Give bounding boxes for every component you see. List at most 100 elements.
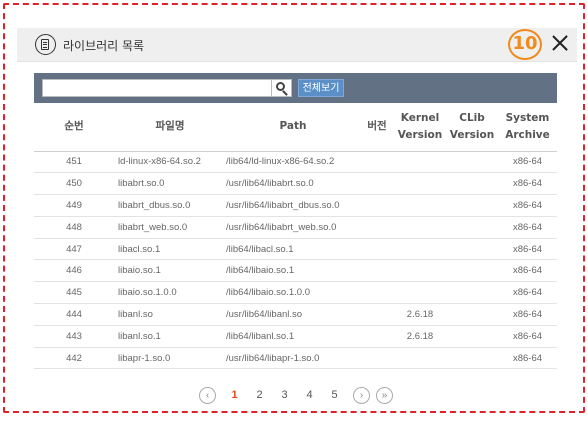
cell-arch: x86-64 (498, 194, 557, 217)
page-5-link[interactable]: 5 (322, 389, 347, 401)
dialog-header: 라이브러리 목록 (17, 28, 577, 62)
cell-version (360, 238, 394, 261)
document-list-icon (35, 34, 56, 55)
cell-version (360, 303, 394, 326)
table-header-row: 순번 파일명 Path 버전 Kernel Version CLib Versi… (34, 103, 557, 152)
table-row[interactable]: 443 libanl.so.1 /lib64/libanl.so.1 2.6.1… (34, 325, 557, 348)
search-bar: 전체보기 (34, 73, 557, 103)
table-row[interactable]: 444 libanl.so /usr/lib64/libanl.so 2.6.1… (34, 303, 557, 326)
cell-kernel: 2.6.18 (394, 303, 446, 326)
cell-kernel (394, 216, 446, 239)
cell-file: libanl.so.1 (114, 325, 222, 348)
cell-no: 446 (34, 259, 114, 283)
cell-kernel (394, 281, 446, 305)
cell-clib (446, 259, 498, 283)
page-2-link[interactable]: 2 (247, 389, 272, 401)
cell-no: 442 (34, 347, 114, 370)
cell-version (360, 325, 394, 348)
cell-arch: x86-64 (498, 303, 557, 326)
cell-clib (446, 172, 498, 196)
cell-kernel (394, 194, 446, 217)
cell-arch: x86-64 (498, 281, 557, 305)
close-icon[interactable] (550, 33, 570, 53)
cell-path: /usr/lib64/libabrt_web.so.0 (222, 216, 360, 239)
cell-path: /usr/lib64/libabrt_dbus.so.0 (222, 194, 360, 217)
table-row[interactable]: 442 libapr-1.so.0 /usr/lib64/libapr-1.so… (34, 347, 557, 370)
cell-no: 443 (34, 325, 114, 348)
cell-arch: x86-64 (498, 347, 557, 370)
prev-page-button[interactable]: ‹ (199, 386, 216, 404)
cell-file: libanl.so (114, 303, 222, 326)
table-row[interactable]: 449 libabrt_dbus.so.0 /usr/lib64/libabrt… (34, 194, 557, 217)
cell-path: /usr/lib64/libanl.so (222, 303, 360, 326)
page-3-link[interactable]: 3 (272, 389, 297, 401)
page-1-link[interactable]: 1 (222, 389, 247, 401)
cell-path: /lib64/libanl.so.1 (222, 325, 360, 348)
col-header-clib[interactable]: CLib Version (446, 103, 498, 152)
table-row[interactable]: 448 libabrt_web.so.0 /usr/lib64/libabrt_… (34, 216, 557, 239)
cell-version (360, 347, 394, 370)
search-input[interactable] (42, 79, 272, 97)
cell-kernel (394, 238, 446, 261)
cell-file: libabrt.so.0 (114, 172, 222, 196)
table-row[interactable]: 450 libabrt.so.0 /usr/lib64/libabrt.so.0… (34, 172, 557, 196)
cell-kernel: 2.6.18 (394, 325, 446, 348)
cell-path: /lib64/libacl.so.1 (222, 238, 360, 261)
cell-no: 451 (34, 151, 114, 174)
cell-no: 445 (34, 281, 114, 305)
cell-no: 448 (34, 216, 114, 239)
cell-file: libaio.so.1.0.0 (114, 281, 222, 305)
cell-clib (446, 151, 498, 174)
page-4-link[interactable]: 4 (297, 389, 322, 401)
cell-file: libaio.so.1 (114, 259, 222, 283)
table-row[interactable]: 451 ld-linux-x86-64.so.2 /lib64/ld-linux… (34, 151, 557, 174)
cell-file: libapr-1.so.0 (114, 347, 222, 370)
table-row[interactable]: 445 libaio.so.1.0.0 /lib64/libaio.so.1.0… (34, 281, 557, 305)
cell-kernel (394, 151, 446, 174)
cell-no: 449 (34, 194, 114, 217)
cell-kernel (394, 172, 446, 196)
cell-arch: x86-64 (498, 259, 557, 283)
cell-clib (446, 216, 498, 239)
col-header-clib-line2: Version (449, 128, 495, 141)
cell-path: /lib64/ld-linux-x86-64.so.2 (222, 151, 360, 174)
cell-clib (446, 281, 498, 305)
col-header-arch[interactable]: System Archive (498, 103, 557, 152)
cell-version (360, 172, 394, 196)
col-header-arch-line2: Archive (505, 128, 550, 141)
library-table: 순번 파일명 Path 버전 Kernel Version CLib Versi… (34, 103, 557, 370)
next-page-button[interactable]: › (353, 386, 370, 404)
col-header-no[interactable]: 순번 (34, 103, 114, 152)
cell-kernel (394, 347, 446, 370)
cell-path: /lib64/libaio.so.1 (222, 259, 360, 283)
cell-version (360, 281, 394, 305)
cell-version (360, 216, 394, 239)
search-button[interactable] (271, 79, 292, 97)
col-header-kernel-line2: Version (397, 128, 443, 141)
cell-version (360, 259, 394, 283)
dialog-title: 라이브러리 목록 (63, 39, 145, 53)
step-number-badge: 10 (508, 29, 542, 60)
cell-no: 450 (34, 172, 114, 196)
col-header-version[interactable]: 버전 (360, 103, 394, 152)
col-header-kernel-line1: Kernel (400, 111, 440, 124)
cell-arch: x86-64 (498, 238, 557, 261)
col-header-path[interactable]: Path (222, 103, 360, 152)
col-header-file[interactable]: 파일명 (114, 103, 222, 152)
col-header-arch-line1: System (505, 111, 550, 124)
cell-arch: x86-64 (498, 151, 557, 174)
cell-clib (446, 194, 498, 217)
col-header-clib-line1: CLib (459, 111, 485, 124)
cell-path: /usr/lib64/libapr-1.so.0 (222, 347, 360, 370)
table-row[interactable]: 447 libacl.so.1 /lib64/libacl.so.1 x86-6… (34, 238, 557, 261)
view-all-button[interactable]: 전체보기 (298, 79, 344, 97)
cell-no: 447 (34, 238, 114, 261)
col-header-kernel[interactable]: Kernel Version (394, 103, 446, 152)
cell-path: /usr/lib64/libabrt.so.0 (222, 172, 360, 196)
cell-path: /lib64/libaio.so.1.0.0 (222, 281, 360, 305)
last-page-button[interactable]: » (376, 386, 393, 404)
cell-no: 444 (34, 303, 114, 326)
cell-clib (446, 325, 498, 348)
table-row[interactable]: 446 libaio.so.1 /lib64/libaio.so.1 x86-6… (34, 259, 557, 283)
cell-arch: x86-64 (498, 172, 557, 196)
